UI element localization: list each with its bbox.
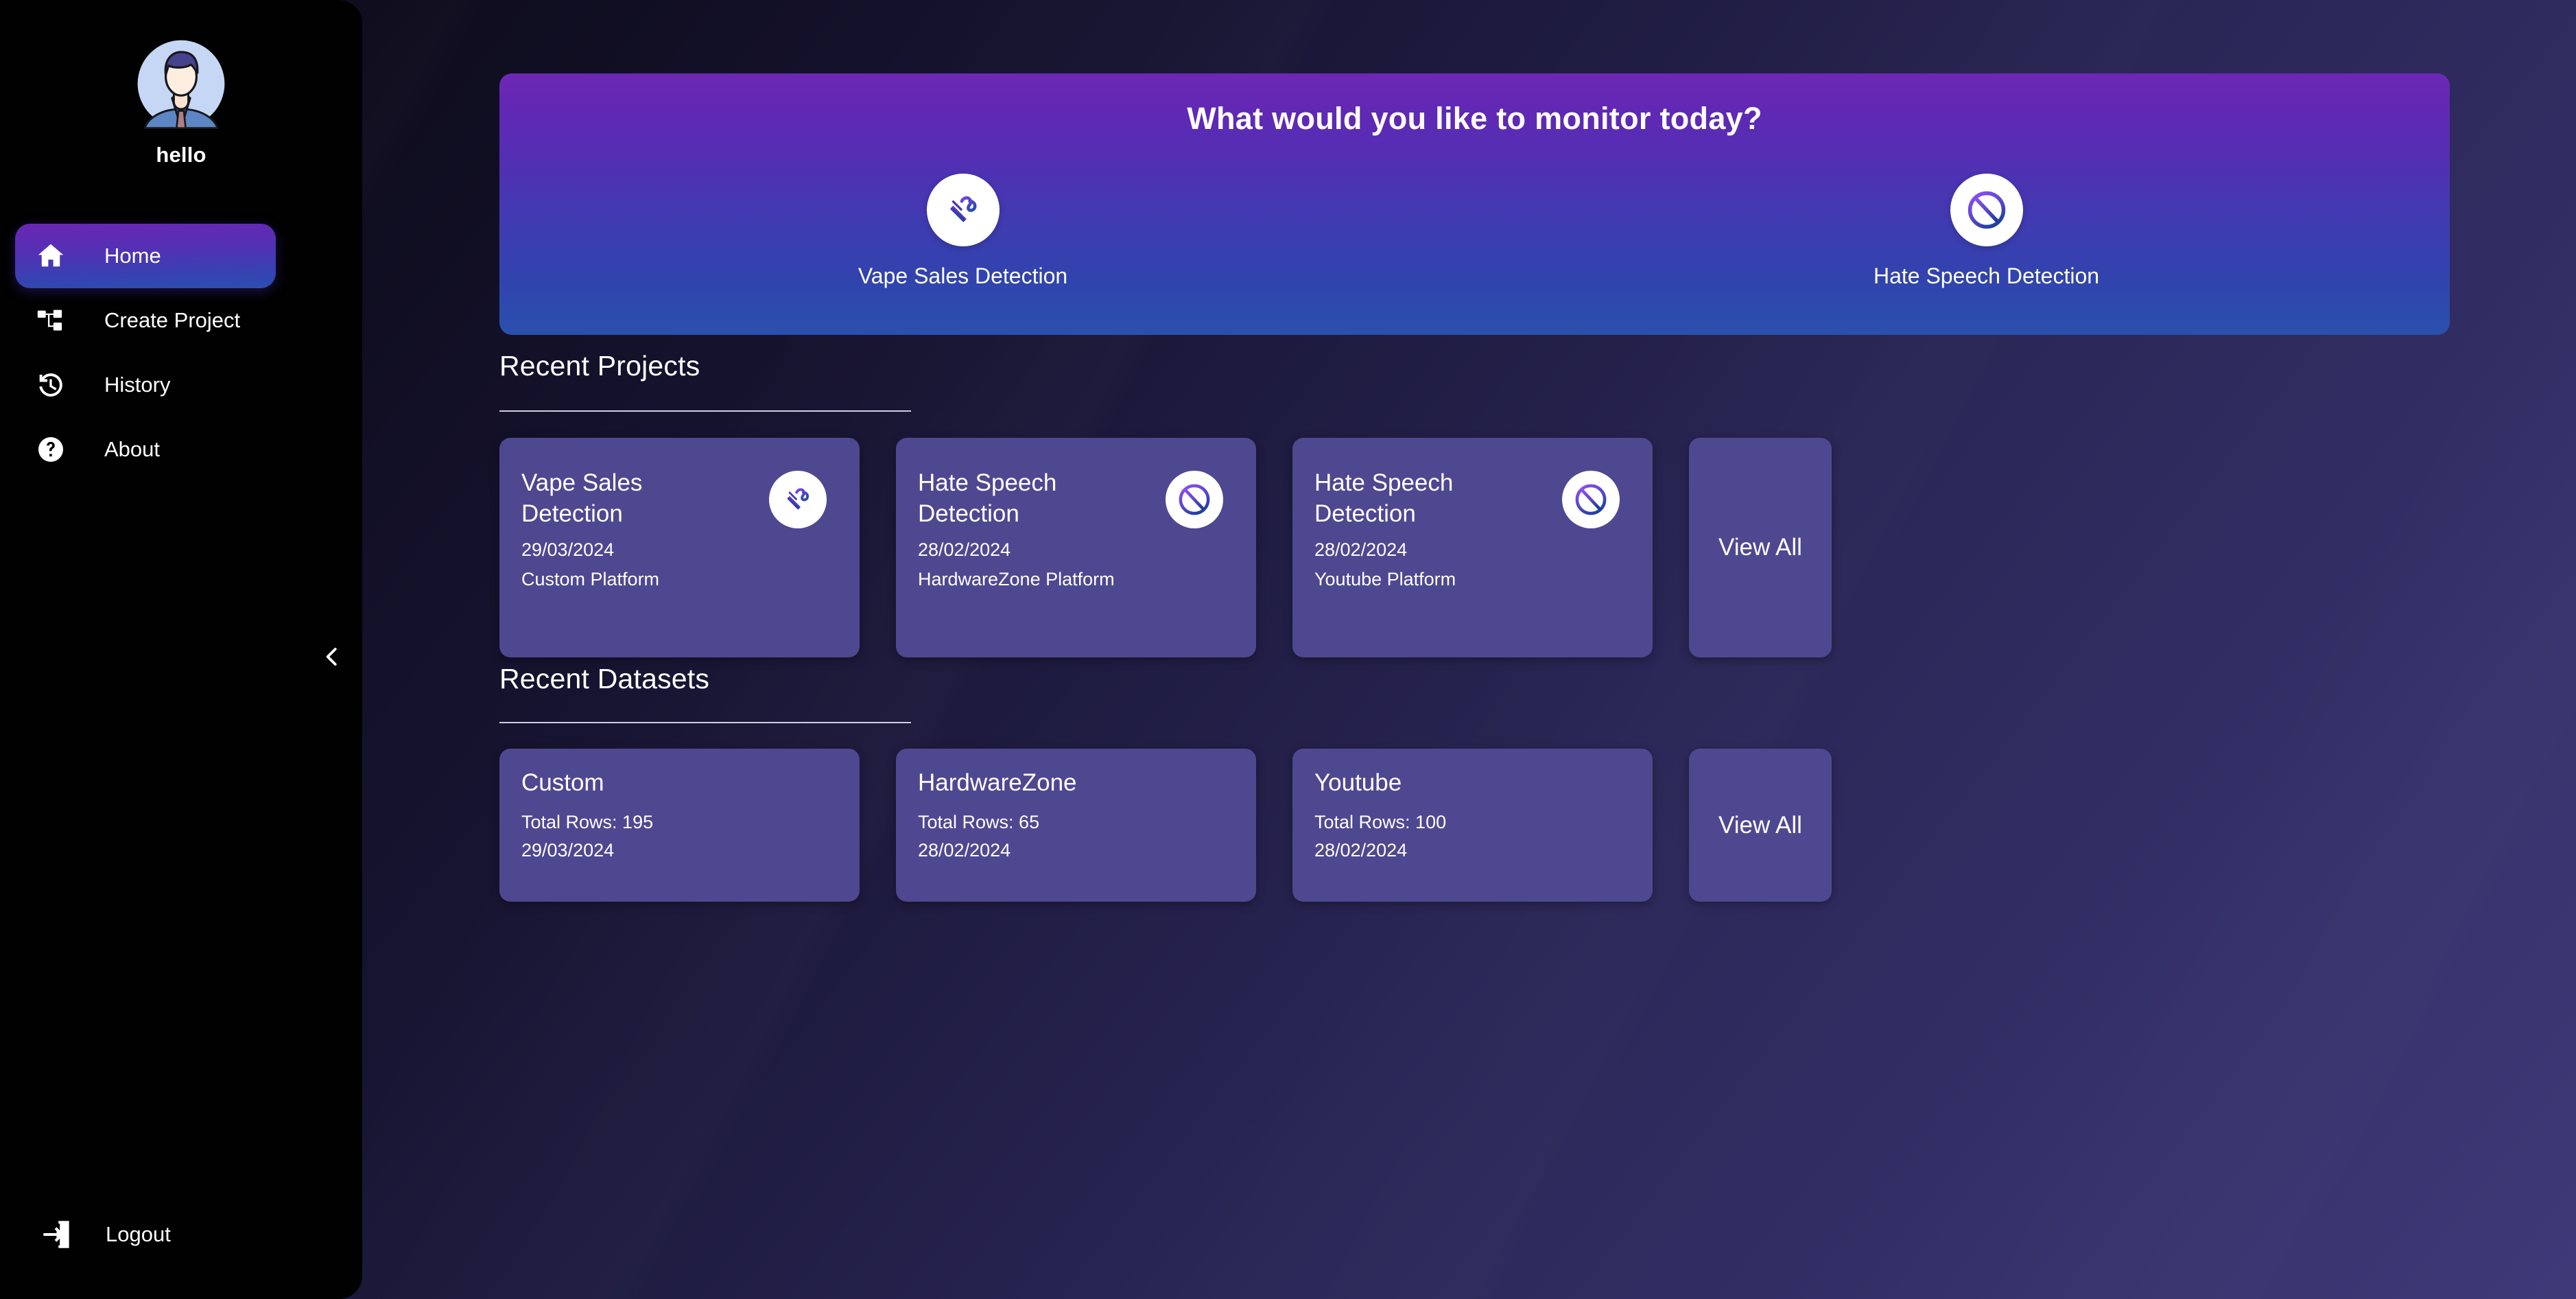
dataset-card[interactable]: HardwareZone Total Rows: 65 28/02/2024 xyxy=(896,749,1256,902)
sidebar-item-about[interactable]: About xyxy=(15,417,276,482)
dataset-title: Youtube xyxy=(1314,769,1402,796)
view-all-label: View All xyxy=(1718,811,1802,839)
monitor-banner: What would you like to monitor today? Va… xyxy=(499,73,2450,335)
chevron-left-icon xyxy=(326,648,337,666)
project-card[interactable]: Hate Speech Detection 28/02/2024 Hardwar… xyxy=(896,438,1256,657)
project-title: Hate Speech Detection xyxy=(918,469,1057,527)
history-clock-icon xyxy=(32,366,70,404)
user-avatar-icon xyxy=(137,40,225,129)
project-title: Vape Sales Detection xyxy=(521,469,643,527)
project-card[interactable]: Hate Speech Detection 28/02/2024 Youtube… xyxy=(1292,438,1653,657)
project-date: 28/02/2024 xyxy=(1314,539,1408,560)
project-date: 29/03/2024 xyxy=(521,539,615,560)
dataset-title: HardwareZone xyxy=(918,769,1077,796)
prohibition-sign-icon xyxy=(1562,471,1620,528)
user-profile: hello xyxy=(0,38,362,167)
app-root: hello Home Create Project History About … xyxy=(0,0,2576,1299)
sidebar-nav: Home Create Project History About xyxy=(15,224,276,482)
banner-option-hate-speech-detection[interactable]: Hate Speech Detection xyxy=(1856,174,2117,289)
dataset-card[interactable]: Youtube Total Rows: 100 28/02/2024 xyxy=(1292,749,1653,902)
vape-smoke-icon xyxy=(926,174,1000,246)
sidebar-item-label: Home xyxy=(104,244,161,268)
recent-projects-row: Vape Sales Detection 29/03/2024 Custom P… xyxy=(499,438,1832,657)
sidebar: hello Home Create Project History About … xyxy=(0,0,362,1299)
dataset-card[interactable]: Custom Total Rows: 195 29/03/2024 xyxy=(499,749,860,902)
recent-datasets-row: Custom Total Rows: 195 29/03/2024 Hardwa… xyxy=(499,749,1832,902)
banner-option-vape-sales-detection[interactable]: Vape Sales Detection xyxy=(833,174,1094,289)
sidebar-item-label: Create Project xyxy=(104,308,241,332)
banner-option-label: Vape Sales Detection xyxy=(858,264,1068,288)
project-platform: Youtube Platform xyxy=(1314,569,1456,589)
dataset-date: 28/02/2024 xyxy=(1314,840,1408,861)
sidebar-item-label: History xyxy=(104,373,171,397)
projects-view-all-button[interactable]: View All xyxy=(1689,438,1832,657)
user-name: hello xyxy=(156,143,206,167)
banner-options: Vape Sales Detection Hate Speech Detecti… xyxy=(499,174,2450,289)
view-all-label: View All xyxy=(1718,534,1802,561)
logout-label: Logout xyxy=(106,1222,171,1246)
banner-option-label: Hate Speech Detection xyxy=(1873,264,2100,288)
vape-smoke-icon xyxy=(769,471,827,528)
prohibition-sign-icon xyxy=(1950,174,2023,246)
logout-button[interactable]: Logout xyxy=(15,1206,276,1263)
recent-projects-divider xyxy=(499,410,911,412)
banner-title: What would you like to monitor today? xyxy=(1187,101,1762,136)
dataset-title: Custom xyxy=(521,769,604,796)
project-title: Hate Speech Detection xyxy=(1314,469,1454,527)
dataset-total-rows: Total Rows: 100 xyxy=(1314,812,1447,832)
project-date: 28/02/2024 xyxy=(918,539,1011,560)
sidebar-item-history[interactable]: History xyxy=(15,353,276,417)
sidebar-item-home[interactable]: Home xyxy=(15,224,276,288)
dataset-date: 29/03/2024 xyxy=(521,840,615,861)
project-platform: Custom Platform xyxy=(521,569,660,589)
recent-datasets-divider xyxy=(499,722,911,723)
prohibition-sign-icon xyxy=(1166,471,1223,528)
datasets-view-all-button[interactable]: View All xyxy=(1689,749,1832,902)
sidebar-item-label: About xyxy=(104,437,161,461)
project-card[interactable]: Vape Sales Detection 29/03/2024 Custom P… xyxy=(499,438,860,657)
recent-projects-heading: Recent Projects xyxy=(499,350,700,382)
logout-icon xyxy=(37,1215,75,1254)
project-platform: HardwareZone Platform xyxy=(918,569,1115,589)
recent-datasets-heading: Recent Datasets xyxy=(499,663,710,694)
main-content: What would you like to monitor today? Va… xyxy=(362,0,2576,1299)
sidebar-item-create-project[interactable]: Create Project xyxy=(15,288,276,353)
home-icon xyxy=(32,237,70,275)
help-circle-icon xyxy=(32,430,70,469)
account-tree-icon xyxy=(32,301,70,340)
dataset-date: 28/02/2024 xyxy=(918,840,1011,861)
sidebar-collapse-button[interactable] xyxy=(312,637,352,677)
dataset-total-rows: Total Rows: 195 xyxy=(521,812,654,832)
dataset-total-rows: Total Rows: 65 xyxy=(918,812,1040,832)
